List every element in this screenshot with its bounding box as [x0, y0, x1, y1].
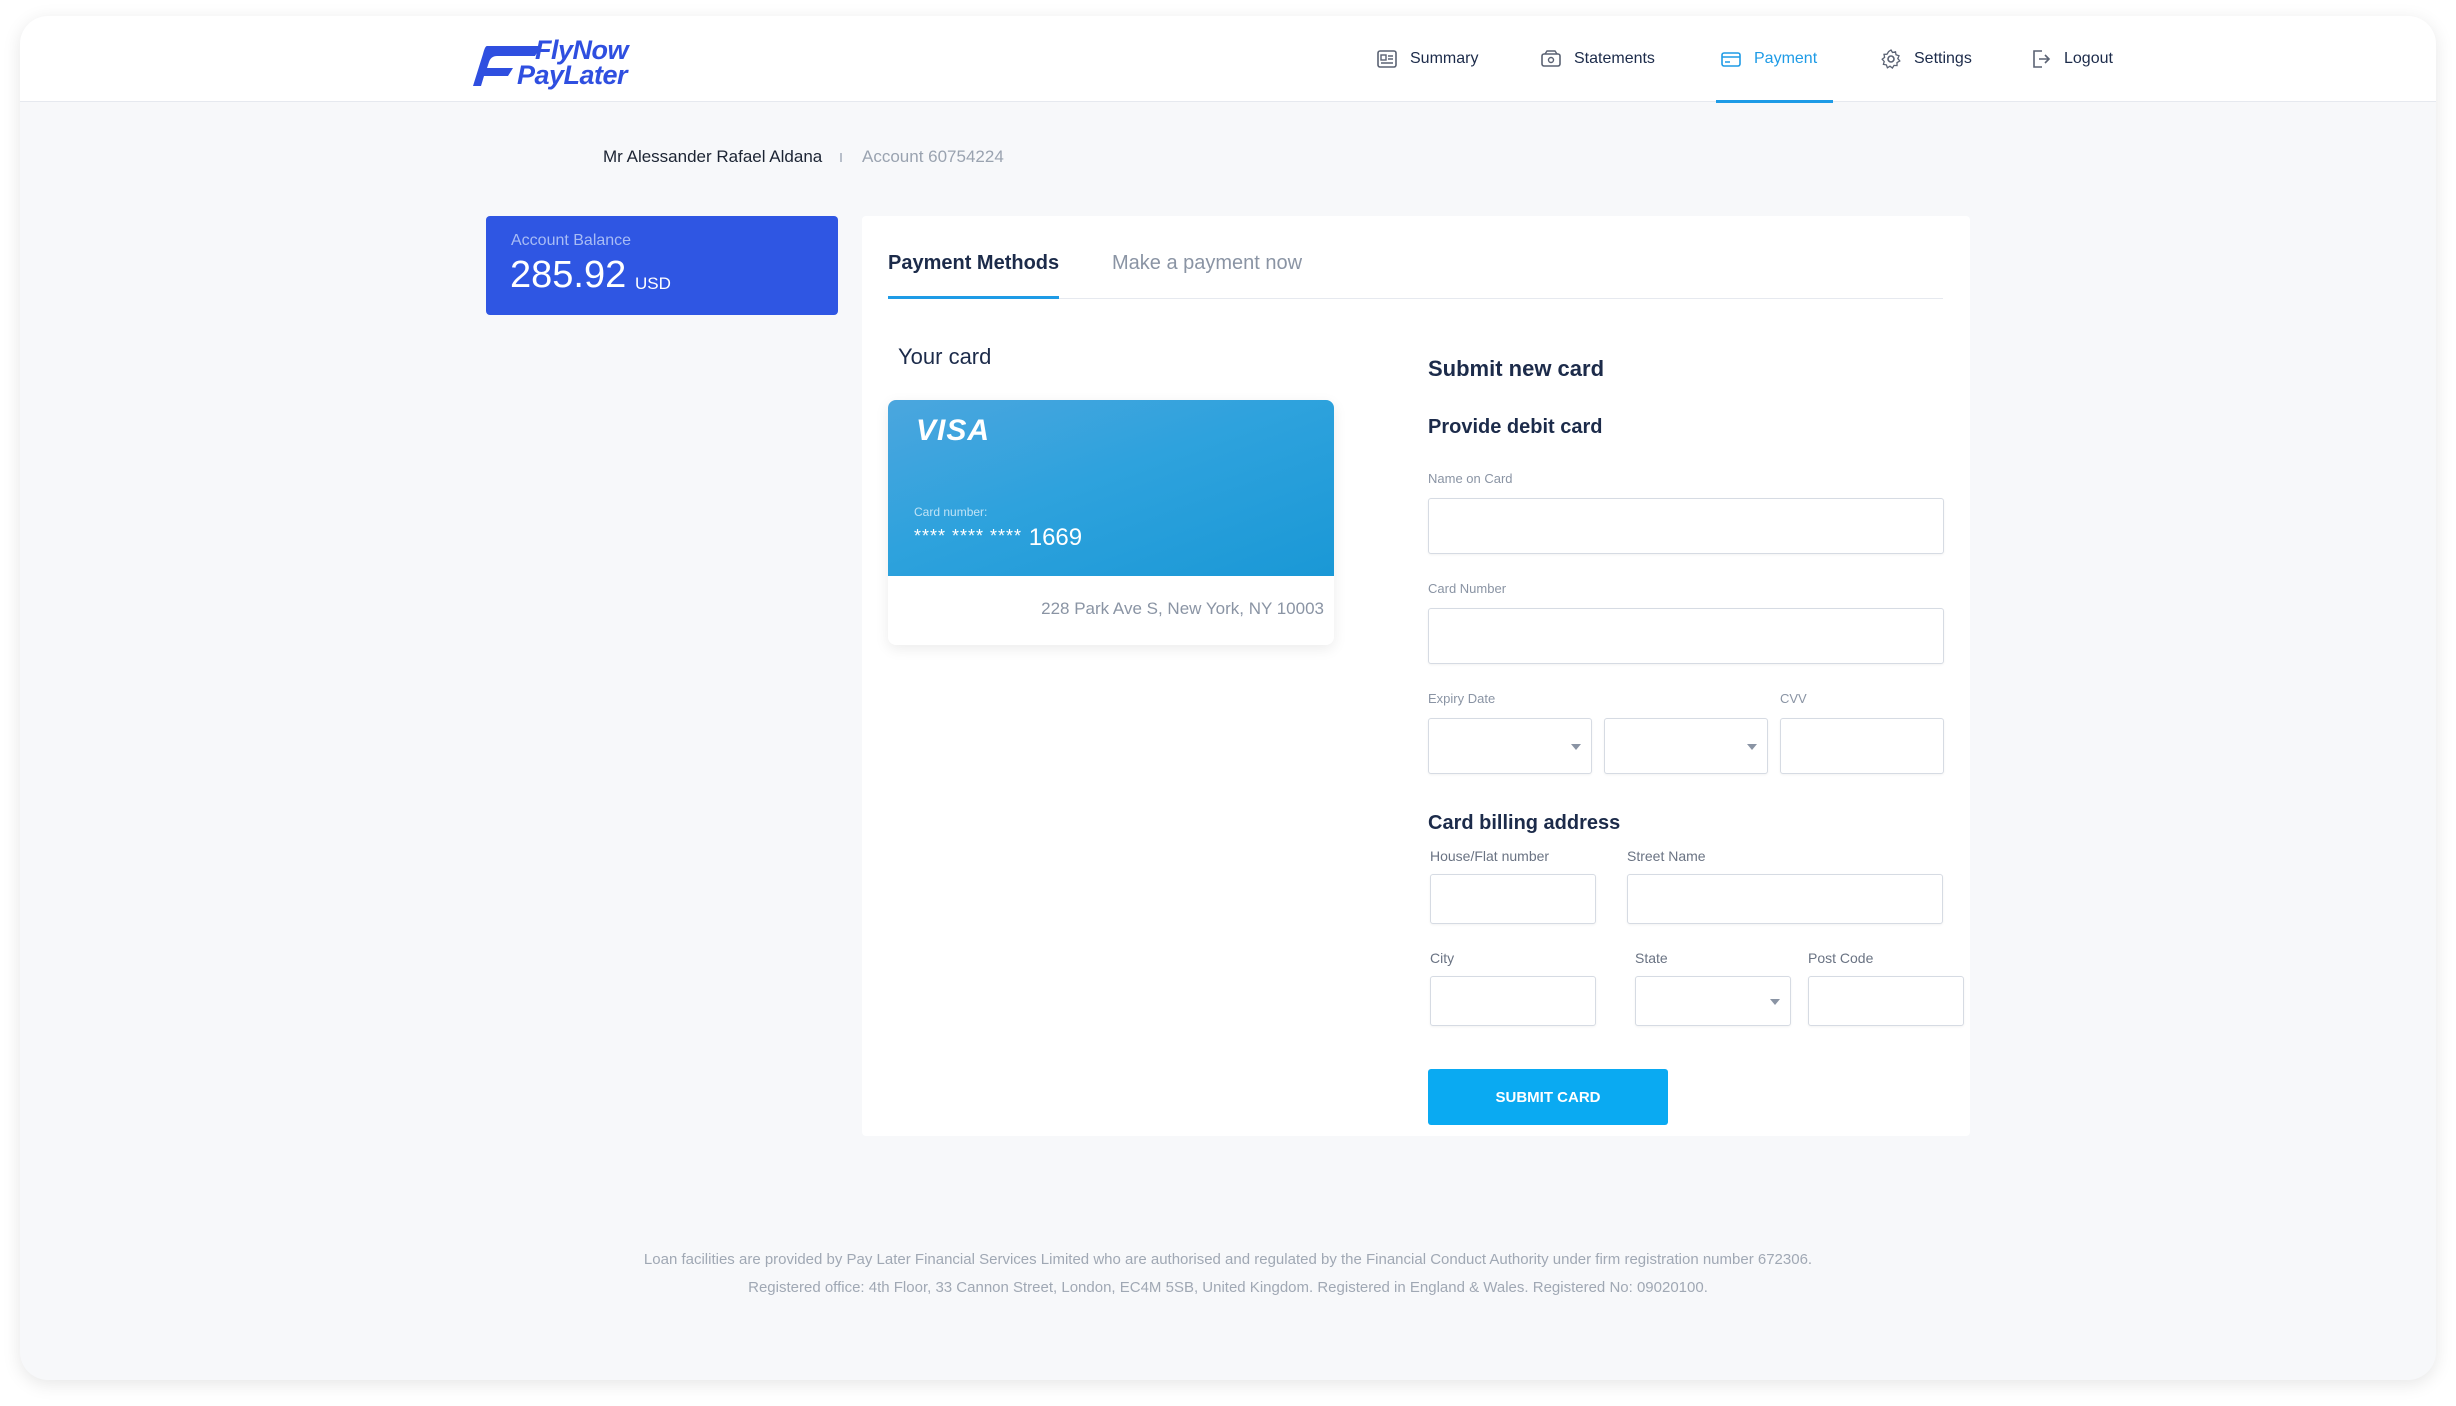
- card-face: VISA Card number: **** **** **** 1669: [888, 400, 1334, 576]
- card-address: 228 Park Ave S, New York, NY 10003: [1041, 599, 1324, 618]
- logout-icon: [2033, 50, 2051, 68]
- summary-icon: [1377, 50, 1397, 68]
- card-number-mask: **** **** ****: [914, 526, 1023, 546]
- balance-amount: 285.92: [510, 254, 627, 296]
- statements-icon: [1541, 50, 1561, 67]
- cvv-field[interactable]: [1780, 718, 1944, 774]
- nav-payment[interactable]: Payment: [1715, 16, 1834, 103]
- breadcrumb-customer-name: Mr Alessander Rafael Aldana: [603, 147, 823, 166]
- submit-new-card-heading: Submit new card: [1428, 356, 1605, 381]
- card-billing-address-heading: Card billing address: [1428, 812, 1621, 834]
- submit-card-button[interactable]: SUBMIT CARD: [1428, 1069, 1668, 1125]
- balance-label: Account Balance: [511, 232, 632, 249]
- brand-line2: PayLater: [517, 60, 628, 90]
- card-number-field[interactable]: [1428, 608, 1944, 664]
- tab-make-payment[interactable]: Make a payment now: [1112, 252, 1302, 275]
- footer-legal: Loan facilities are provided by Pay Late…: [20, 1246, 2436, 1302]
- breadcrumb-account-number: Account 60754224: [862, 147, 1004, 166]
- name-on-card-field[interactable]: [1428, 498, 1944, 554]
- expiry-month-select[interactable]: [1428, 718, 1592, 774]
- saved-card[interactable]: VISA Card number: **** **** **** 1669 22…: [888, 400, 1334, 645]
- post-code-field[interactable]: [1808, 976, 1964, 1026]
- house-number-field[interactable]: [1430, 874, 1596, 924]
- nav-payment-label: Payment: [1754, 50, 1818, 67]
- city-label: City: [1430, 950, 1455, 966]
- nav-settings-label: Settings: [1914, 50, 1972, 67]
- expiry-date-label: Expiry Date: [1428, 691, 1496, 706]
- payment-panel: Payment Methods Make a payment now Your …: [862, 216, 1970, 1136]
- card-number: **** **** **** 1669: [914, 524, 1082, 552]
- footer-line-2: Registered office: 4th Floor, 33 Cannon …: [748, 1279, 1708, 1296]
- footer-line-1: Loan facilities are provided by Pay Late…: [643, 1251, 1813, 1268]
- nav-summary-label: Summary: [1410, 50, 1479, 67]
- brand-wordmark: FlyNow PayLater: [517, 37, 629, 89]
- cvv-label: CVV: [1780, 691, 1807, 706]
- expiry-year-select[interactable]: [1604, 718, 1768, 774]
- nav-logout[interactable]: Logout: [2030, 16, 2113, 102]
- breadcrumb-separator: [840, 153, 842, 162]
- nav-logout-label: Logout: [2064, 50, 2113, 67]
- brand-logo[interactable]: FlyNow PayLater: [473, 36, 653, 92]
- card-number-field-label: Card Number: [1428, 581, 1507, 596]
- state-label: State: [1635, 950, 1668, 966]
- balance-currency: USD: [635, 274, 671, 293]
- nav-statements-label: Statements: [1574, 50, 1655, 67]
- account-balance-card: Account Balance 285.92 USD: [486, 216, 838, 315]
- visa-logo: VISA: [916, 414, 991, 447]
- name-on-card-label: Name on Card: [1428, 471, 1513, 486]
- card-icon: [1721, 52, 1741, 67]
- state-select[interactable]: [1635, 976, 1791, 1026]
- post-code-label: Post Code: [1808, 950, 1874, 966]
- house-number-label: House/Flat number: [1430, 848, 1550, 864]
- card-last4: 1669: [1028, 524, 1083, 551]
- street-name-label: Street Name: [1627, 848, 1706, 864]
- gear-icon: [1881, 49, 1901, 69]
- provide-debit-card-heading: Provide debit card: [1428, 416, 1603, 438]
- nav-statements[interactable]: Statements: [1540, 16, 1655, 102]
- top-nav-bar: FlyNow PayLater Summary Statements Payme…: [20, 16, 2436, 103]
- payment-tabs: Payment Methods Make a payment now: [888, 216, 1943, 299]
- your-card-heading: Your card: [898, 344, 992, 369]
- nav-summary[interactable]: Summary: [1376, 16, 1478, 102]
- card-number-label: Card number:: [914, 505, 988, 519]
- app-window: FlyNow PayLater Summary Statements Payme…: [20, 16, 2436, 1380]
- street-name-field[interactable]: [1627, 874, 1943, 924]
- nav-settings[interactable]: Settings: [1880, 16, 1972, 102]
- tab-payment-methods[interactable]: Payment Methods: [888, 252, 1060, 299]
- city-field[interactable]: [1430, 976, 1596, 1026]
